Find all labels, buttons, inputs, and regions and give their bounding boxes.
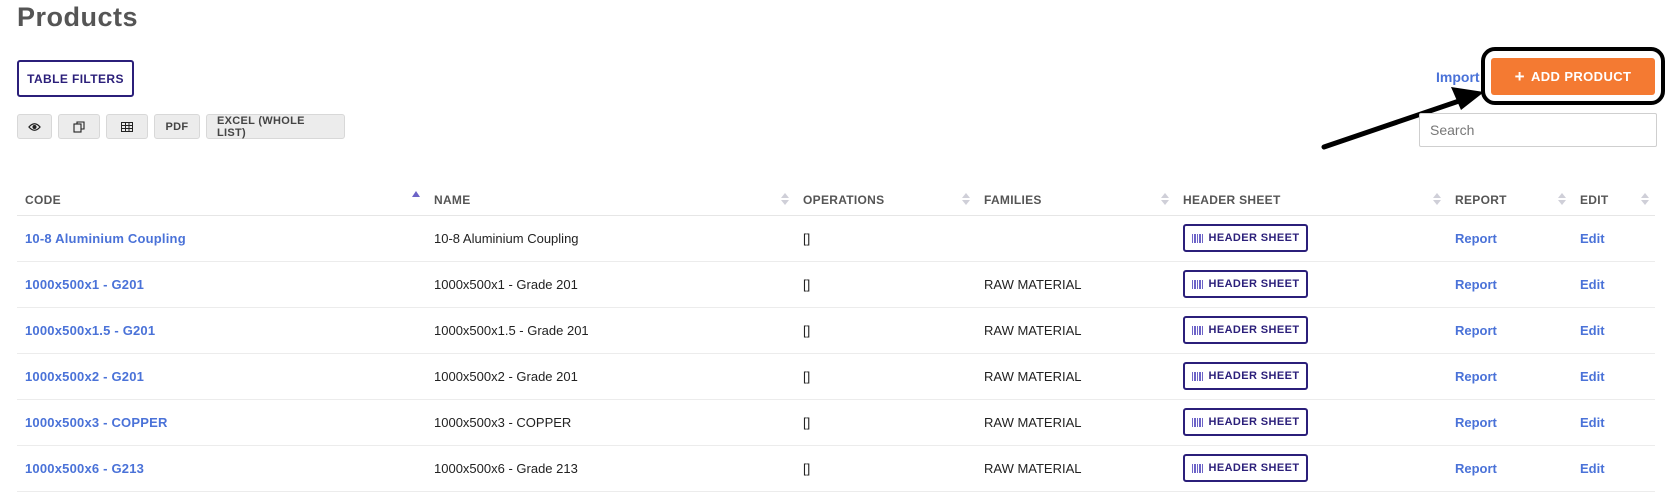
table-row: 1000x500x6 - G213 1000x500x6 - Grade 213… xyxy=(17,445,1655,492)
add-product-label: ADD PRODUCT xyxy=(1530,69,1632,84)
column-header-label: NAME xyxy=(434,192,471,207)
product-name: 10-8 Aluminium Coupling xyxy=(426,215,795,262)
header-sheet-label: HEADER SHEET xyxy=(1208,232,1300,244)
report-link[interactable]: Report xyxy=(1455,415,1497,430)
product-families: RAW MATERIAL xyxy=(976,445,1175,492)
table-filters-button[interactable]: TABLE FILTERS xyxy=(17,60,134,97)
search-input[interactable] xyxy=(1419,113,1657,147)
report-link[interactable]: Report xyxy=(1455,369,1497,384)
header-sheet-label: HEADER SHEET xyxy=(1208,324,1300,336)
sort-ascending-icon xyxy=(412,191,420,197)
product-code-link[interactable]: 1000x500x2 - G201 xyxy=(25,369,144,384)
edit-link[interactable]: Edit xyxy=(1580,415,1605,430)
product-families: RAW MATERIAL xyxy=(976,353,1175,400)
header-sheet-label: HEADER SHEET xyxy=(1208,416,1300,428)
product-name: 1000x500x1 - Grade 201 xyxy=(426,261,795,308)
product-families: RAW MATERIAL xyxy=(976,261,1175,308)
product-families: RAW MATERIAL xyxy=(976,399,1175,446)
column-header-label: HEADER SHEET xyxy=(1183,192,1281,207)
product-operations: [] xyxy=(795,399,976,446)
barcode-icon xyxy=(1191,233,1204,243)
product-operations: [] xyxy=(795,215,976,262)
products-table: CODE NAME OPERATIONS FAMILIES HEADER SHE… xyxy=(17,185,1655,492)
barcode-icon xyxy=(1191,325,1204,335)
csv-button[interactable] xyxy=(106,114,148,139)
sort-icon xyxy=(962,193,970,207)
column-header-name[interactable]: NAME xyxy=(426,185,795,216)
header-sheet-button[interactable]: HEADER SHEET xyxy=(1183,362,1308,390)
header-sheet-button[interactable]: HEADER SHEET xyxy=(1183,224,1308,252)
header-sheet-label: HEADER SHEET xyxy=(1208,278,1300,290)
product-code-link[interactable]: 1000x500x1 - G201 xyxy=(25,277,144,292)
column-header-edit[interactable]: EDIT xyxy=(1572,185,1655,216)
edit-link[interactable]: Edit xyxy=(1580,231,1605,246)
table-row: 1000x500x2 - G201 1000x500x2 - Grade 201… xyxy=(17,353,1655,400)
column-header-label: CODE xyxy=(25,192,61,207)
column-header-label: OPERATIONS xyxy=(803,192,885,207)
edit-link[interactable]: Edit xyxy=(1580,277,1605,292)
product-name: 1000x500x1.5 - Grade 201 xyxy=(426,307,795,354)
barcode-icon xyxy=(1191,279,1204,289)
table-row: 1000x500x1 - G201 1000x500x1 - Grade 201… xyxy=(17,261,1655,308)
import-link[interactable]: Import xyxy=(1436,69,1480,85)
table-row: 1000x500x1.5 - G201 1000x500x1.5 - Grade… xyxy=(17,307,1655,354)
column-header-families[interactable]: FAMILIES xyxy=(976,185,1175,216)
product-name: 1000x500x6 - Grade 213 xyxy=(426,445,795,492)
sort-icon xyxy=(781,193,789,207)
header-sheet-label: HEADER SHEET xyxy=(1208,462,1300,474)
header-sheet-button[interactable]: HEADER SHEET xyxy=(1183,270,1308,298)
header-sheet-button[interactable]: HEADER SHEET xyxy=(1183,454,1308,482)
export-toolbar: PDF EXCEL (WHOLE LIST) xyxy=(17,114,345,139)
column-header-label: REPORT xyxy=(1455,192,1507,207)
product-operations: [] xyxy=(795,261,976,308)
page-title: Products xyxy=(17,2,139,32)
header-sheet-label: HEADER SHEET xyxy=(1208,370,1300,382)
edit-link[interactable]: Edit xyxy=(1580,461,1605,476)
barcode-icon xyxy=(1191,463,1204,473)
plus-icon: + xyxy=(1514,67,1525,86)
product-operations: [] xyxy=(795,445,976,492)
header-sheet-button[interactable]: HEADER SHEET xyxy=(1183,408,1308,436)
sort-icon xyxy=(1558,193,1566,207)
sort-icon xyxy=(1641,193,1649,207)
report-link[interactable]: Report xyxy=(1455,231,1497,246)
report-link[interactable]: Report xyxy=(1455,323,1497,338)
table-row: 1000x500x3 - COPPER 1000x500x3 - COPPER … xyxy=(17,399,1655,446)
barcode-icon xyxy=(1191,417,1204,427)
product-code-link[interactable]: 1000x500x6 - G213 xyxy=(25,461,144,476)
product-name: 1000x500x2 - Grade 201 xyxy=(426,353,795,400)
pdf-button[interactable]: PDF xyxy=(154,114,200,139)
product-families: RAW MATERIAL xyxy=(976,307,1175,354)
product-operations: [] xyxy=(795,353,976,400)
column-header-code[interactable]: CODE xyxy=(17,185,426,216)
table-header-row: CODE NAME OPERATIONS FAMILIES HEADER SHE… xyxy=(17,185,1655,216)
product-operations: [] xyxy=(795,307,976,354)
table-icon xyxy=(121,121,133,132)
copy-icon xyxy=(73,120,85,133)
table-row: 10-8 Aluminium Coupling 10-8 Aluminium C… xyxy=(17,215,1655,262)
product-code-link[interactable]: 1000x500x1.5 - G201 xyxy=(25,323,155,338)
header-sheet-button[interactable]: HEADER SHEET xyxy=(1183,316,1308,344)
report-link[interactable]: Report xyxy=(1455,277,1497,292)
excel-button[interactable]: EXCEL (WHOLE LIST) xyxy=(206,114,345,139)
sort-icon xyxy=(1433,193,1441,207)
column-header-report[interactable]: REPORT xyxy=(1447,185,1572,216)
column-header-label: FAMILIES xyxy=(984,192,1042,207)
column-visibility-button[interactable] xyxy=(17,114,52,139)
report-link[interactable]: Report xyxy=(1455,461,1497,476)
sort-icon xyxy=(1161,193,1169,207)
column-header-operations[interactable]: OPERATIONS xyxy=(795,185,976,216)
product-code-link[interactable]: 1000x500x3 - COPPER xyxy=(25,415,168,430)
barcode-icon xyxy=(1191,371,1204,381)
edit-link[interactable]: Edit xyxy=(1580,369,1605,384)
product-code-link[interactable]: 10-8 Aluminium Coupling xyxy=(25,231,186,246)
column-header-header-sheet[interactable]: HEADER SHEET xyxy=(1175,185,1447,216)
product-name: 1000x500x3 - COPPER xyxy=(426,399,795,446)
edit-link[interactable]: Edit xyxy=(1580,323,1605,338)
copy-button[interactable] xyxy=(58,114,100,139)
add-product-button[interactable]: + ADD PRODUCT xyxy=(1491,58,1655,95)
product-families xyxy=(976,215,1175,262)
column-header-label: EDIT xyxy=(1580,192,1609,207)
eye-icon xyxy=(28,122,41,131)
